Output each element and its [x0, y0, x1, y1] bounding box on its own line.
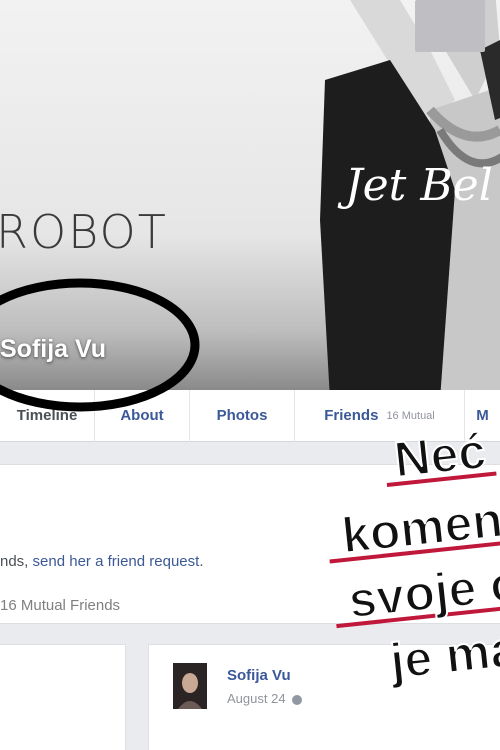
friend-prefix-text: nds, — [0, 553, 33, 570]
left-column-card — [0, 644, 126, 750]
tab-more-label: M — [476, 407, 489, 424]
blurred-face-censor — [415, 0, 485, 52]
tab-about[interactable]: About — [95, 389, 190, 442]
tab-timeline-label: Timeline — [16, 407, 78, 424]
post-date[interactable]: August 24 — [227, 691, 302, 706]
shirt-text: Jet Bel — [337, 160, 493, 211]
avatar[interactable] — [173, 663, 207, 709]
friend-info-card: nds, send her a friend request. 16 Mutua… — [0, 464, 500, 624]
tab-friends-mutual-count: 16 Mutual — [386, 409, 435, 422]
timeline-content: nds, send her a friend request. 16 Mutua… — [0, 442, 500, 750]
cover-figure-image: Jet Bel — [320, 0, 500, 390]
tab-photos-label: Photos — [216, 407, 268, 424]
profile-name[interactable]: Sofija Vu — [0, 335, 106, 364]
cover-text: ROBOT — [0, 205, 168, 259]
tab-friends[interactable]: Friends 16 Mutual — [295, 389, 465, 442]
profile-nav-bar: Timeline About Photos Friends 16 Mutual … — [0, 389, 500, 442]
tab-friends-label: Friends — [324, 407, 379, 424]
cover-photo: Jet Bel ROBOT Sofija Vu — [0, 0, 500, 390]
tab-more[interactable]: M — [465, 390, 500, 442]
tab-timeline[interactable]: Timeline — [0, 389, 95, 442]
avatar-image — [173, 663, 207, 709]
post-card: Sofija Vu August 24 — [148, 644, 500, 750]
mutual-friends-count[interactable]: 16 Mutual Friends — [0, 597, 120, 614]
post-author-name[interactable]: Sofija Vu — [227, 667, 291, 684]
tab-photos[interactable]: Photos — [190, 389, 295, 442]
send-friend-request-link[interactable]: send her a friend request — [33, 553, 200, 570]
friend-request-line: nds, send her a friend request. — [0, 553, 203, 570]
friend-suffix-text: . — [199, 553, 204, 570]
tab-about-label: About — [120, 407, 164, 424]
post-date-text: August 24 — [227, 691, 286, 706]
globe-icon — [291, 694, 302, 705]
